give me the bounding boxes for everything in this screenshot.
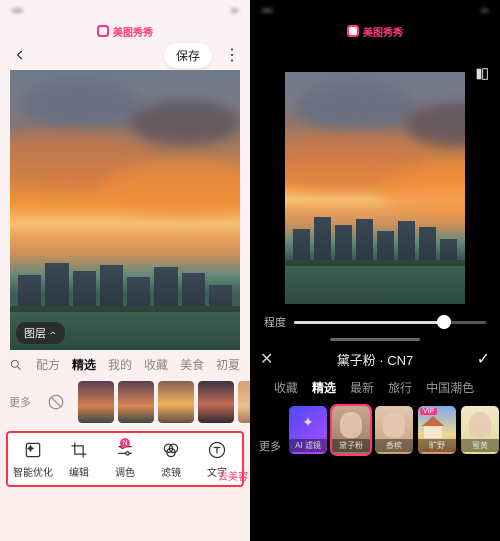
meitu-logo-icon <box>97 25 109 37</box>
preset-thumb[interactable] <box>158 381 194 423</box>
tab-shoucang[interactable]: 收藏 <box>144 356 168 373</box>
back-button[interactable] <box>10 45 30 65</box>
filter-circles-icon <box>161 440 181 460</box>
intensity-slider[interactable] <box>294 321 486 324</box>
tab-jingxuan[interactable]: 精选 <box>72 356 96 373</box>
tool-smart[interactable]: 智能优化 <box>10 439 56 479</box>
phone-left: ••••• 美图秀秀 保存 ⋮ 图层 配方 精选 我的 收藏 美食 初夏 <box>0 0 250 541</box>
filter-thumb[interactable]: VIP旷野 <box>418 406 456 454</box>
compare-button[interactable] <box>474 66 490 87</box>
tab-shoucang[interactable]: 收藏 <box>274 379 298 396</box>
tab-meishi[interactable]: 美食 <box>180 356 204 373</box>
close-button[interactable]: ✕ <box>260 349 273 369</box>
more-filters[interactable]: 更多 <box>256 438 284 454</box>
filter-ai[interactable]: ✦AI 滤镜 <box>289 406 327 454</box>
brand-badge: 美图秀秀 <box>250 22 500 40</box>
vip-badge: VIP <box>420 408 437 415</box>
phone-right: ••••• 美图秀秀 程度 ✕ 黛子粉 · CN7 ✓ 收藏 精选 <box>250 0 500 541</box>
more-presets[interactable]: 更多 <box>6 394 34 410</box>
confirm-button[interactable]: ✓ <box>477 349 490 369</box>
preset-thumb[interactable] <box>118 381 154 423</box>
intensity-label: 程度 <box>264 314 286 330</box>
more-button[interactable]: ⋮ <box>224 45 240 65</box>
edited-photo <box>285 72 465 304</box>
preset-tabs: 配方 精选 我的 收藏 美食 初夏 <box>0 350 250 379</box>
brand-text: 美图秀秀 <box>113 24 153 39</box>
status-bar: ••••• <box>250 0 500 22</box>
main-toolbar: 智能优化 编辑 N调色 滤镜 文字 <box>6 431 244 487</box>
tab-chaose[interactable]: 中国潮色 <box>426 379 474 396</box>
home-indicator <box>330 338 420 341</box>
edited-photo <box>10 70 240 350</box>
filter-title-bar: ✕ 黛子粉 · CN7 ✓ <box>250 343 500 375</box>
crop-sparkle-icon <box>23 440 43 460</box>
sparkle-icon: ✦ <box>302 414 314 431</box>
preset-none[interactable] <box>38 381 74 423</box>
save-button[interactable]: 保存 <box>164 43 212 68</box>
filter-name: 黛子粉 · CN7 <box>281 350 468 369</box>
preset-thumb[interactable] <box>78 381 114 423</box>
brand-badge: 美图秀秀 <box>0 22 250 40</box>
crop-icon <box>69 440 89 460</box>
beauty-link[interactable]: 去美容 <box>218 468 248 483</box>
tab-wode[interactable]: 我的 <box>108 356 132 373</box>
preset-thumbs: 更多 <box>0 379 250 425</box>
status-bar: ••••• <box>0 0 250 22</box>
tab-jingxuan[interactable]: 精选 <box>312 379 336 396</box>
image-canvas[interactable]: 图层 <box>10 70 240 350</box>
tool-color[interactable]: N调色 <box>102 439 148 479</box>
tool-filter[interactable]: 滤镜 <box>148 439 194 479</box>
chevron-left-icon <box>13 48 27 62</box>
filter-tabs: 收藏 精选 最新 旅行 中国潮色 <box>250 375 500 400</box>
filter-thumbs: 更多 ✦AI 滤镜 黛子粉 香槟 VIP旷野 蜜黄 <box>250 400 500 460</box>
top-bar: 保存 ⋮ <box>0 40 250 70</box>
tab-zuixin[interactable]: 最新 <box>350 379 374 396</box>
meitu-logo-icon <box>347 25 359 37</box>
preset-thumb[interactable] <box>198 381 234 423</box>
text-icon <box>207 440 227 460</box>
layer-button[interactable]: 图层 <box>16 322 65 344</box>
chevron-up-icon <box>49 329 57 337</box>
compare-icon <box>474 66 490 82</box>
tab-fangfa[interactable]: 配方 <box>36 356 60 373</box>
badge-new: N <box>120 438 130 448</box>
filter-thumb[interactable]: 蜜黄 <box>461 406 499 454</box>
no-filter-icon <box>47 393 65 411</box>
search-icon[interactable] <box>8 357 24 373</box>
filter-thumb[interactable]: 香槟 <box>375 406 413 454</box>
intensity-row: 程度 <box>250 304 500 336</box>
tab-lvxing[interactable]: 旅行 <box>388 379 412 396</box>
image-canvas[interactable] <box>285 72 465 304</box>
slider-knob[interactable] <box>437 315 451 329</box>
tool-edit[interactable]: 编辑 <box>56 439 102 479</box>
filter-thumb-selected[interactable]: 黛子粉 <box>332 406 370 454</box>
tab-chuxia[interactable]: 初夏 <box>216 356 240 373</box>
